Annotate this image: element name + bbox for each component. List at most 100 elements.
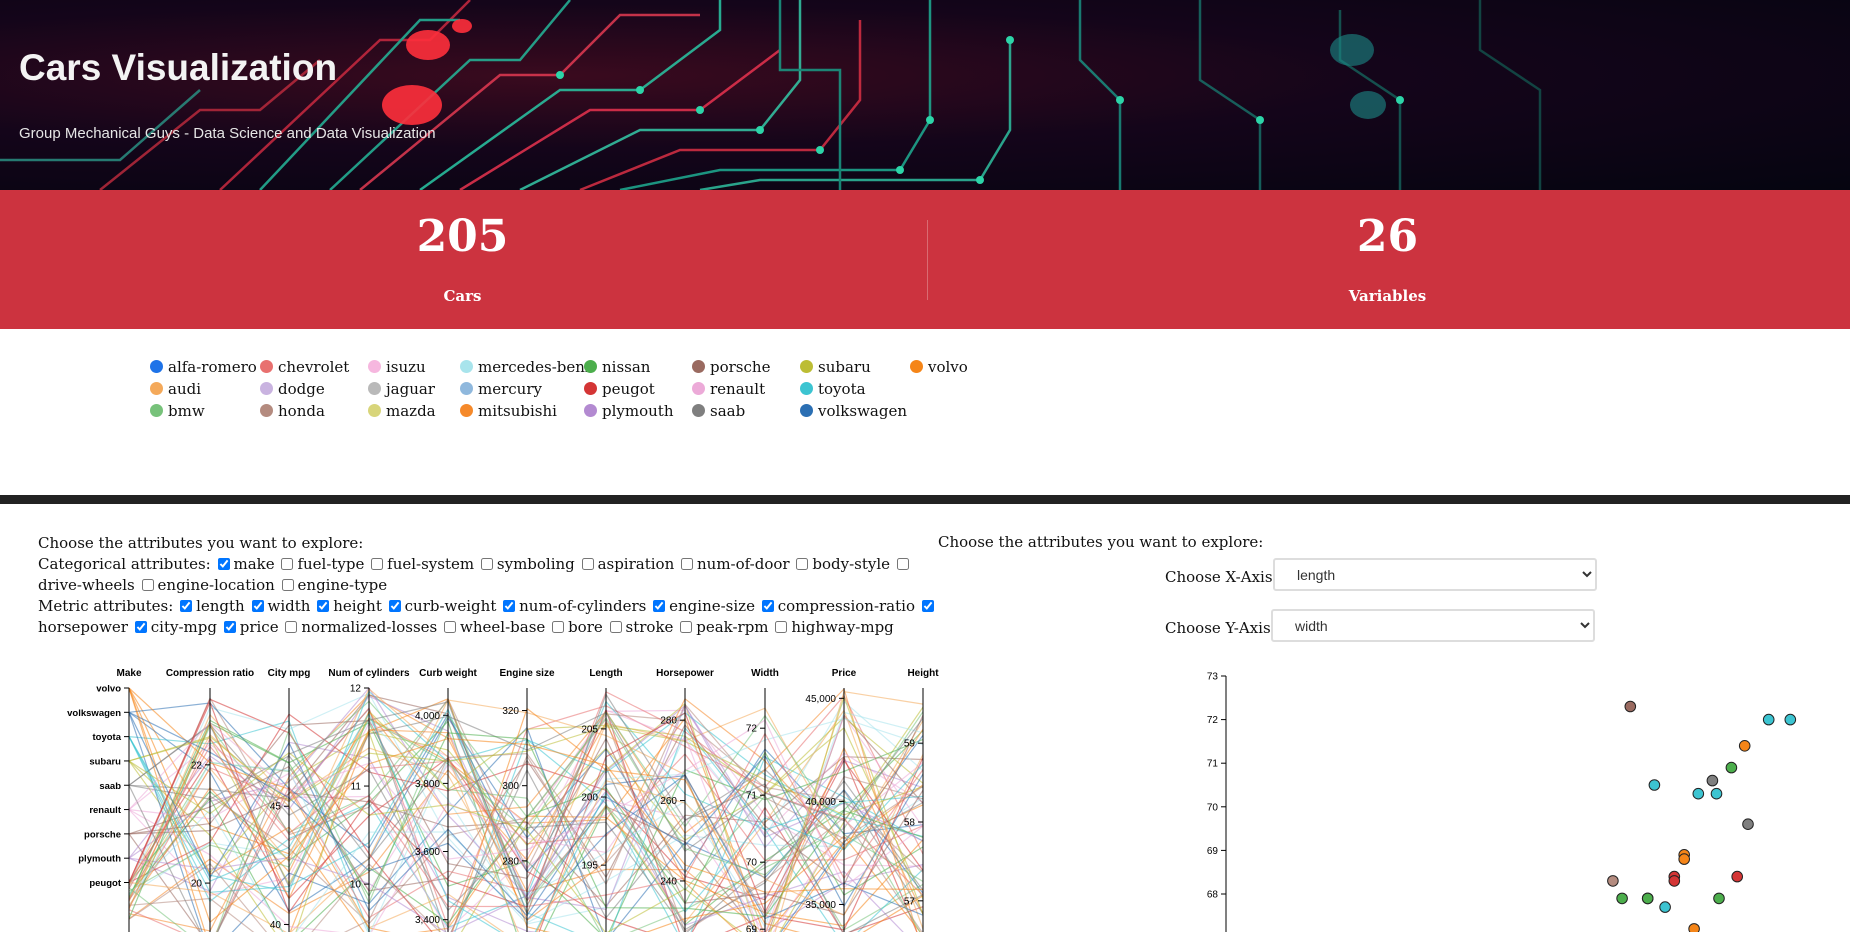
attr-checkbox-horsepower[interactable] — [921, 600, 934, 612]
legend-item-chevrolet: chevrolet — [260, 357, 349, 377]
attr-checkbox-aspiration[interactable] — [581, 558, 594, 570]
pc-tick-label: 35,000 — [805, 900, 836, 911]
attr-checkbox-num-of-door[interactable] — [681, 558, 694, 570]
attr-option-make[interactable]: make — [216, 555, 275, 573]
header-banner: Cars Visualization Group Mechanical Guys… — [0, 0, 1850, 190]
attr-option-normalized-losses[interactable]: normalized-losses — [283, 618, 437, 636]
attr-checkbox-curb-weight[interactable] — [388, 600, 401, 612]
attr-checkbox-compression-ratio[interactable] — [761, 600, 774, 612]
legend-swatch — [584, 360, 597, 373]
attr-label: fuel-system — [387, 555, 475, 573]
attr-option-fuel-type[interactable]: fuel-type — [279, 555, 364, 573]
attr-option-height[interactable]: height — [315, 597, 382, 615]
legend-label: renault — [710, 380, 766, 398]
scatter-point-nissan[interactable] — [1641, 892, 1654, 905]
attr-checkbox-price[interactable] — [223, 621, 236, 633]
pc-tick-label: plymouth — [78, 854, 121, 865]
scatter-point-peugot[interactable] — [1668, 875, 1681, 887]
attr-checkbox-num-of-cylinders[interactable] — [503, 600, 516, 612]
attr-checkbox-symboling[interactable] — [480, 558, 493, 570]
attr-option-engine-location[interactable]: engine-location — [140, 576, 275, 594]
attr-option-body-style[interactable]: body-style — [794, 555, 890, 573]
attr-option-price[interactable]: price — [222, 618, 279, 636]
legend-label: mercedes-benz — [478, 358, 593, 376]
attr-checkbox-make[interactable] — [217, 558, 230, 570]
attr-option-bore[interactable]: bore — [550, 618, 603, 636]
attr-option-symboling[interactable]: symboling — [479, 555, 575, 573]
attr-option-stroke[interactable]: stroke — [608, 618, 673, 636]
attr-checkbox-peak-rpm[interactable] — [680, 621, 693, 633]
scatter-point-volvo[interactable] — [1688, 923, 1700, 932]
scatter-point-toyota[interactable] — [1659, 901, 1671, 913]
attr-option-engine-size[interactable]: engine-size — [651, 597, 755, 615]
x-axis-select[interactable]: length — [1273, 558, 1597, 591]
attr-checkbox-engine-size[interactable] — [653, 600, 666, 612]
attr-checkbox-engine-type[interactable] — [281, 579, 294, 591]
scatter-point-nissan[interactable] — [1725, 761, 1738, 774]
scatter-point-toyota[interactable] — [1784, 713, 1797, 726]
attr-checkbox-width[interactable] — [251, 600, 264, 612]
pc-tick-label: 320 — [502, 706, 519, 717]
pc-tick-label: 40 — [270, 920, 282, 931]
scatter-point-volvo[interactable] — [1738, 740, 1751, 752]
scatter-point-nissan[interactable] — [1616, 892, 1628, 905]
pc-tick-label: 58 — [904, 818, 916, 829]
scatter-point-toyota[interactable] — [1692, 787, 1705, 800]
pc-tick: 300 — [502, 781, 527, 792]
pc-polylines — [128, 686, 924, 932]
attr-option-city-mpg[interactable]: city-mpg — [133, 618, 217, 636]
pc-tick-label: toyota — [93, 732, 122, 743]
legend-label: mazda — [386, 402, 436, 420]
attr-checkbox-length[interactable] — [180, 600, 193, 612]
attr-option-peak-rpm[interactable]: peak-rpm — [678, 618, 769, 636]
pc-tick: volvo — [96, 684, 129, 695]
attr-option-highway-mpg[interactable]: highway-mpg — [773, 618, 894, 636]
scatter-point-volvo[interactable] — [1678, 853, 1691, 865]
attr-checkbox-bore[interactable] — [552, 621, 565, 633]
attr-option-compression-ratio[interactable]: compression-ratio — [760, 597, 915, 615]
scatter-point-honda[interactable] — [1607, 875, 1619, 887]
attr-option-engine-type[interactable]: engine-type — [280, 576, 387, 594]
pc-tick-label: renault — [89, 805, 122, 816]
attr-checkbox-drive-wheels[interactable] — [896, 558, 909, 570]
scatter-point-nissan[interactable] — [1713, 892, 1725, 905]
page-subtitle: Group Mechanical Guys - Data Science and… — [19, 125, 436, 142]
attr-option-num-of-door[interactable]: num-of-door — [679, 555, 790, 573]
scatter-point-peugot[interactable] — [1731, 870, 1744, 883]
attr-checkbox-body-style[interactable] — [796, 558, 809, 570]
attr-option-length[interactable]: length — [178, 597, 245, 615]
legend-item-volvo: volvo — [910, 357, 968, 377]
scatter-y-tick: 70 — [1207, 802, 1226, 813]
y-axis-select[interactable]: width — [1271, 609, 1595, 642]
pc-axis-title: Price — [832, 668, 857, 679]
attr-checkbox-fuel-system[interactable] — [371, 558, 384, 570]
attr-checkbox-stroke[interactable] — [609, 621, 622, 633]
scatter-point-saab[interactable] — [1742, 818, 1754, 830]
attr-checkbox-normalized-losses[interactable] — [285, 621, 298, 633]
pc-tick-label: 3,600 — [415, 847, 440, 858]
attr-checkbox-city-mpg[interactable] — [134, 621, 147, 633]
attr-option-width[interactable]: width — [250, 597, 310, 615]
scatter-point-toyota[interactable] — [1648, 779, 1661, 791]
attr-option-wheel-base[interactable]: wheel-base — [442, 618, 545, 636]
stat-cars: 205 Cars — [0, 190, 925, 329]
attr-checkbox-highway-mpg[interactable] — [775, 621, 788, 633]
scatter-point-toyota[interactable] — [1762, 713, 1775, 726]
legend-label: alfa-romero — [168, 358, 257, 376]
attr-option-fuel-system[interactable]: fuel-system — [369, 555, 474, 573]
scatter-point-toyota[interactable] — [1710, 787, 1723, 800]
attr-label: length — [196, 597, 245, 615]
pc-tick: plymouth — [78, 854, 129, 865]
attr-checkbox-wheel-base[interactable] — [444, 621, 457, 633]
attr-label: bore — [568, 618, 603, 636]
attr-option-num-of-cylinders[interactable]: num-of-cylinders — [501, 597, 646, 615]
attr-option-aspiration[interactable]: aspiration — [580, 555, 674, 573]
scatter-point-porsche[interactable] — [1624, 700, 1637, 713]
attr-checkbox-engine-location[interactable] — [141, 579, 154, 591]
attr-checkbox-fuel-type[interactable] — [281, 558, 294, 570]
pc-tick-label: saab — [99, 781, 121, 792]
stat-cars-value: 205 — [416, 211, 509, 262]
attr-option-curb-weight[interactable]: curb-weight — [387, 597, 496, 615]
attr-checkbox-height[interactable] — [317, 600, 330, 612]
scatter-point-saab[interactable] — [1706, 774, 1719, 787]
